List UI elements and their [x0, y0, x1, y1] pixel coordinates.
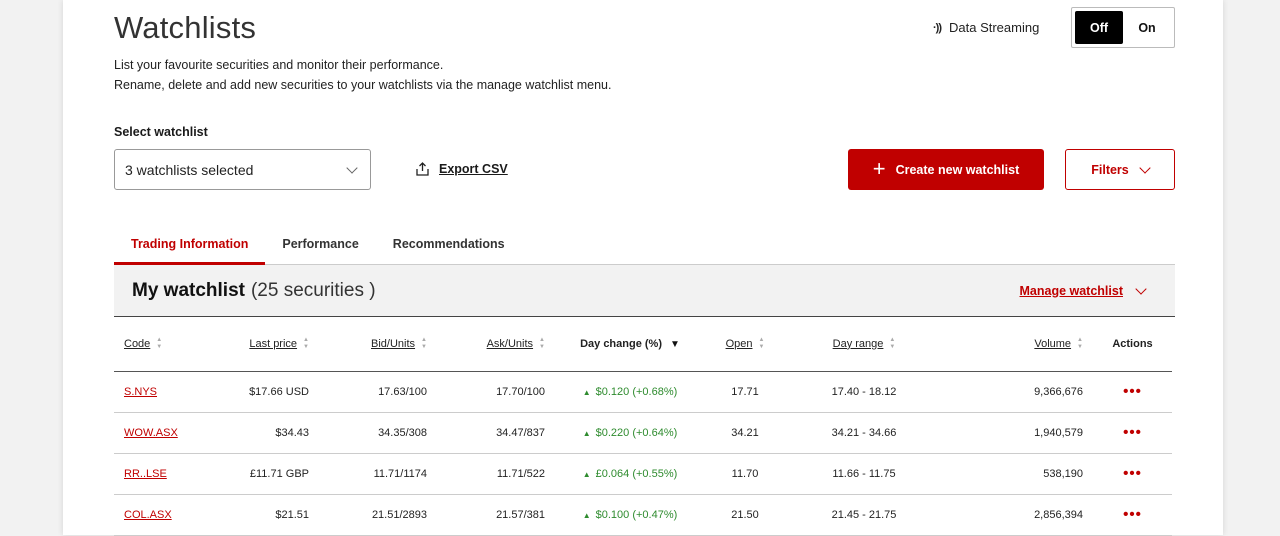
ask-units: 17.70/100 — [437, 371, 555, 413]
table-row: COL.ASX $21.51 21.51/2893 21.57/381 ▲ $0.… — [114, 494, 1172, 536]
table-header-row: Code ▲ ▼ Last price ▲ ▼ Bid/Units ▲ ▼ Ask/Unit… — [114, 317, 1172, 372]
column-header-code[interactable]: Code ▲ ▼ — [114, 317, 209, 372]
volume: 2,856,394 — [943, 494, 1093, 536]
streaming-off-button[interactable]: Off — [1075, 11, 1123, 44]
open-price: 34.21 — [705, 412, 785, 454]
page-description: List your favourite securities and monit… — [114, 58, 444, 72]
export-icon — [416, 162, 429, 176]
security-code-link[interactable]: WOW.ASX — [114, 412, 209, 454]
data-streaming-label: Data Streaming — [949, 20, 1040, 35]
bid-units: 11.71/1174 — [319, 453, 437, 495]
signal-icon: ·)) — [933, 21, 942, 34]
chevron-down-icon — [1139, 161, 1151, 174]
day-change: ▲ $0.120 (+0.68%) — [555, 371, 705, 413]
table-row: RR..LSE £11.71 GBP 11.71/1174 11.71/522 … — [114, 453, 1172, 495]
streaming-on-button[interactable]: On — [1123, 11, 1171, 44]
watchlists-card: Watchlists List your favourite securitie… — [63, 0, 1223, 536]
up-arrow-icon: ▲ — [582, 510, 591, 520]
securities-table: Code ▲ ▼ Last price ▲ ▼ Bid/Units ▲ ▼ Ask/Unit… — [114, 317, 1172, 536]
day-range: 17.40 - 18.12 — [785, 371, 943, 413]
sort-icon: ▲ ▼ — [421, 336, 427, 350]
day-range: 21.45 - 21.75 — [785, 494, 943, 536]
bid-units: 17.63/100 — [319, 371, 437, 413]
bid-units: 21.51/2893 — [319, 494, 437, 536]
bid-units: 34.35/308 — [319, 412, 437, 454]
sort-descending-icon: ▼ — [670, 338, 680, 350]
last-price: $34.43 — [209, 412, 319, 454]
manage-watchlist-button[interactable]: Manage watchlist — [1019, 282, 1147, 298]
chevron-down-icon — [1135, 282, 1147, 295]
table-row: WOW.ASX $34.43 34.35/308 34.47/837 ▲ $0.2… — [114, 412, 1172, 454]
ask-units: 34.47/837 — [437, 412, 555, 454]
more-actions-icon[interactable]: ••• — [1093, 494, 1172, 536]
sort-icon: ▲ ▼ — [156, 336, 163, 350]
volume: 9,366,676 — [943, 371, 1093, 413]
more-actions-icon[interactable]: ••• — [1093, 453, 1172, 495]
plus-icon: + — [872, 155, 886, 181]
export-csv-button[interactable]: Export CSV — [416, 162, 508, 176]
column-header-day-range[interactable]: Day range ▲ ▼ — [785, 317, 943, 372]
create-watchlist-label: Create new watchlist — [895, 162, 1020, 177]
last-price: $17.66 USD — [209, 371, 319, 413]
watchlist-header: My watchlist (25 securities ) Manage watc… — [114, 265, 1175, 317]
day-change: ▲ $0.220 (+0.64%) — [555, 412, 705, 454]
filters-label: Filters — [1091, 162, 1129, 177]
more-actions-icon[interactable]: ••• — [1093, 371, 1172, 413]
security-code-link[interactable]: COL.ASX — [114, 494, 209, 536]
manage-watchlist-label: Manage watchlist — [1019, 283, 1124, 298]
security-code-link[interactable]: RR..LSE — [114, 453, 209, 495]
watchlist-select-value: 3 watchlists selected — [125, 161, 254, 178]
sort-icon: ▲ ▼ — [758, 336, 765, 350]
volume: 1,940,579 — [943, 412, 1093, 454]
day-range: 11.66 - 11.75 — [785, 453, 943, 495]
watchlist-select[interactable]: 3 watchlists selected — [114, 149, 371, 190]
up-arrow-icon: ▲ — [582, 469, 591, 479]
sort-icon: ▲ ▼ — [889, 336, 896, 350]
filters-button[interactable]: Filters — [1065, 149, 1175, 190]
volume: 538,190 — [943, 453, 1093, 495]
streaming-toggle[interactable]: Off On — [1071, 7, 1175, 48]
watchlist-name: My watchlist — [132, 279, 245, 301]
ask-units: 11.71/522 — [437, 453, 555, 495]
up-arrow-icon: ▲ — [582, 428, 591, 438]
more-actions-icon[interactable]: ••• — [1093, 412, 1172, 454]
up-arrow-icon: ▲ — [582, 387, 591, 397]
ask-units: 21.57/381 — [437, 494, 555, 536]
page-title: Watchlists — [114, 10, 257, 45]
select-watchlist-label: Select watchlist — [114, 125, 208, 139]
export-csv-label: Export CSV — [439, 162, 508, 176]
column-header-day-change[interactable]: Day change (%) ▼ — [555, 317, 705, 372]
day-change: ▲ $0.100 (+0.47%) — [555, 494, 705, 536]
tab-recommendations[interactable]: Recommendations — [376, 228, 522, 265]
open-price: 11.70 — [705, 453, 785, 495]
sort-icon: ▲ ▼ — [303, 336, 309, 350]
tab-bar: Trading Information Performance Recommen… — [114, 228, 1175, 265]
last-price: £11.71 GBP — [209, 453, 319, 495]
table-row: S.NYS $17.66 USD 17.63/100 17.70/100 ▲ $0… — [114, 371, 1172, 413]
security-code-link[interactable]: S.NYS — [114, 371, 209, 413]
day-range: 34.21 - 34.66 — [785, 412, 943, 454]
column-header-actions: Actions — [1093, 317, 1172, 372]
page-description-secondary: Rename, delete and add new securities to… — [114, 78, 612, 92]
chevron-down-icon — [346, 161, 358, 174]
column-header-bid-units[interactable]: Bid/Units ▲ ▼ — [319, 317, 437, 372]
day-change: ▲ £0.064 (+0.55%) — [555, 453, 705, 495]
column-header-open[interactable]: Open ▲ ▼ — [705, 317, 785, 372]
last-price: $21.51 — [209, 494, 319, 536]
watchlist-count: (25 securities ) — [250, 279, 376, 301]
data-streaming: ·)) Data Streaming — [933, 20, 1039, 35]
open-price: 17.71 — [705, 371, 785, 413]
sort-icon: ▲ ▼ — [1077, 336, 1083, 350]
column-header-ask-units[interactable]: Ask/Units ▲ ▼ — [437, 317, 555, 372]
sort-icon: ▲ ▼ — [539, 336, 545, 350]
column-header-last-price[interactable]: Last price ▲ ▼ — [209, 317, 319, 372]
column-header-volume[interactable]: Volume ▲ ▼ — [943, 317, 1093, 372]
create-watchlist-button[interactable]: + Create new watchlist — [848, 149, 1044, 190]
tab-performance[interactable]: Performance — [265, 228, 375, 265]
open-price: 21.50 — [705, 494, 785, 536]
tab-trading-information[interactable]: Trading Information — [114, 228, 266, 265]
